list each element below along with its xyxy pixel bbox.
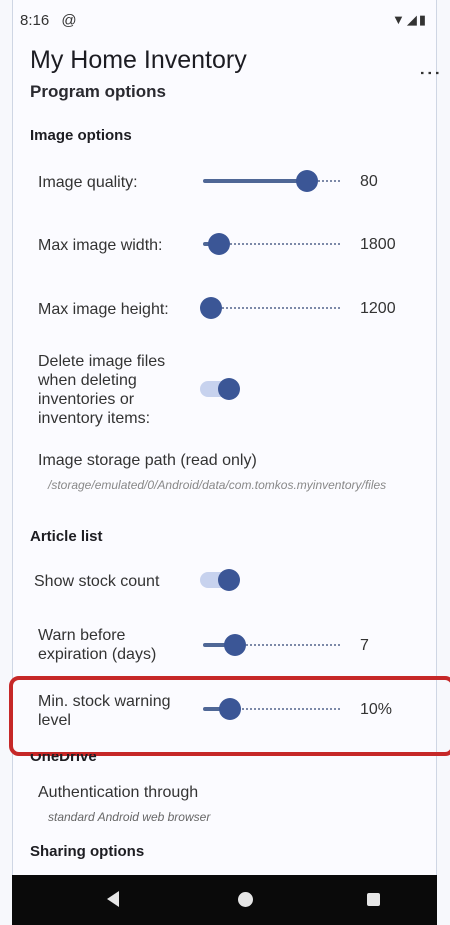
app-notification-icon: @ xyxy=(61,12,77,29)
status-time: 8:16 xyxy=(20,12,50,29)
home-icon[interactable] xyxy=(238,892,253,907)
slider-track xyxy=(235,644,340,646)
authentication-label: Authentication through xyxy=(38,784,199,801)
slider-track xyxy=(211,307,340,309)
section-onedrive: OneDrive xyxy=(30,754,97,766)
slider-thumb[interactable] xyxy=(200,297,222,319)
image-quality-value: 80 xyxy=(360,173,378,190)
max-height-value: 1200 xyxy=(360,300,396,317)
show-stock-toggle[interactable] xyxy=(200,569,240,591)
image-quality-slider[interactable] xyxy=(203,169,340,193)
warn-expiration-value: 7 xyxy=(360,637,369,654)
recents-icon[interactable] xyxy=(367,893,380,906)
warn-expiration-label: Warn before expiration (days) xyxy=(38,627,157,663)
back-icon[interactable] xyxy=(107,891,119,907)
section-sharing: Sharing options xyxy=(30,843,145,860)
status-icons: ▼◢▮ xyxy=(391,12,428,27)
slider-thumb[interactable] xyxy=(296,170,318,192)
section-image-options: Image options xyxy=(30,127,132,144)
delete-images-toggle[interactable] xyxy=(200,378,240,400)
max-height-label: Max image height: xyxy=(38,301,169,318)
app-title: My Home Inventory xyxy=(30,46,247,74)
toggle-knob xyxy=(218,378,240,400)
page-subtitle: Program options xyxy=(30,82,167,101)
section-article-list: Article list xyxy=(30,528,103,545)
delete-images-label: Delete image files when deleting invento… xyxy=(38,353,166,427)
storage-path-value: /storage/emulated/0/Android/data/com.tom… xyxy=(48,478,387,492)
highlight-box xyxy=(9,676,450,756)
storage-path-label: Image storage path (read only) xyxy=(38,452,257,469)
max-width-label: Max image width: xyxy=(38,237,163,254)
image-quality-label: Image quality: xyxy=(38,174,138,191)
max-width-value: 1800 xyxy=(360,236,396,253)
authentication-value: standard Android web browser xyxy=(48,810,211,824)
status-bar: 8:16 @ xyxy=(20,12,77,29)
slider-thumb[interactable] xyxy=(208,233,230,255)
max-height-slider[interactable] xyxy=(200,296,340,320)
warn-expiration-slider[interactable] xyxy=(203,633,340,657)
slider-fill xyxy=(203,179,307,183)
navigation-bar xyxy=(12,875,437,925)
toggle-knob xyxy=(218,569,240,591)
section-onedrive-text: OneDrive xyxy=(30,754,97,765)
max-width-slider[interactable] xyxy=(203,232,340,256)
show-stock-label: Show stock count xyxy=(34,573,160,590)
slider-track xyxy=(219,243,340,245)
slider-thumb[interactable] xyxy=(224,634,246,656)
more-vert-icon[interactable]: ⋮ xyxy=(418,62,443,84)
